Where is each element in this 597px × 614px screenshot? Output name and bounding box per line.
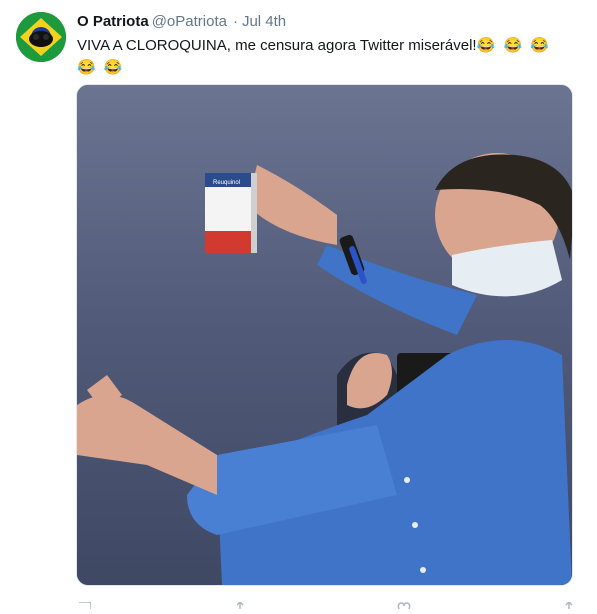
share-icon[interactable] [562, 596, 576, 609]
laughing-emoji-group-2: 😂 😂 [77, 59, 125, 76]
tweet-header: O Patriota @oPatriota · Jul 4th [77, 12, 286, 32]
tweet-card[interactable]: O Patriota @oPatriota · Jul 4th VIVA A CLOR… [0, 0, 597, 610]
retweet-icon[interactable] [236, 596, 251, 609]
brazil-flag-avatar-icon [16, 12, 66, 62]
tweet-photo[interactable]: Reuquinol [76, 84, 573, 586]
tweet-actions [77, 596, 577, 610]
avatar[interactable] [16, 12, 66, 62]
photo-illustration: Reuquinol [77, 85, 572, 585]
tweet-body: VIVA A CLOROQUINA, me censura agora Twit… [77, 37, 477, 54]
like-icon[interactable] [397, 596, 411, 610]
tweet-date[interactable]: Jul 4th [242, 13, 286, 30]
tweet-text: VIVA A CLOROQUINA, me censura agora Twit… [77, 35, 577, 79]
laughing-emoji-group: 😂 😂 😂 [476, 37, 551, 54]
reply-icon[interactable] [77, 596, 92, 609]
separator-dot: · [232, 13, 238, 30]
display-name[interactable]: O Patriota [77, 13, 149, 30]
pill-box-label: Reuquinol [213, 180, 240, 186]
user-handle[interactable]: @oPatriota [152, 13, 227, 30]
